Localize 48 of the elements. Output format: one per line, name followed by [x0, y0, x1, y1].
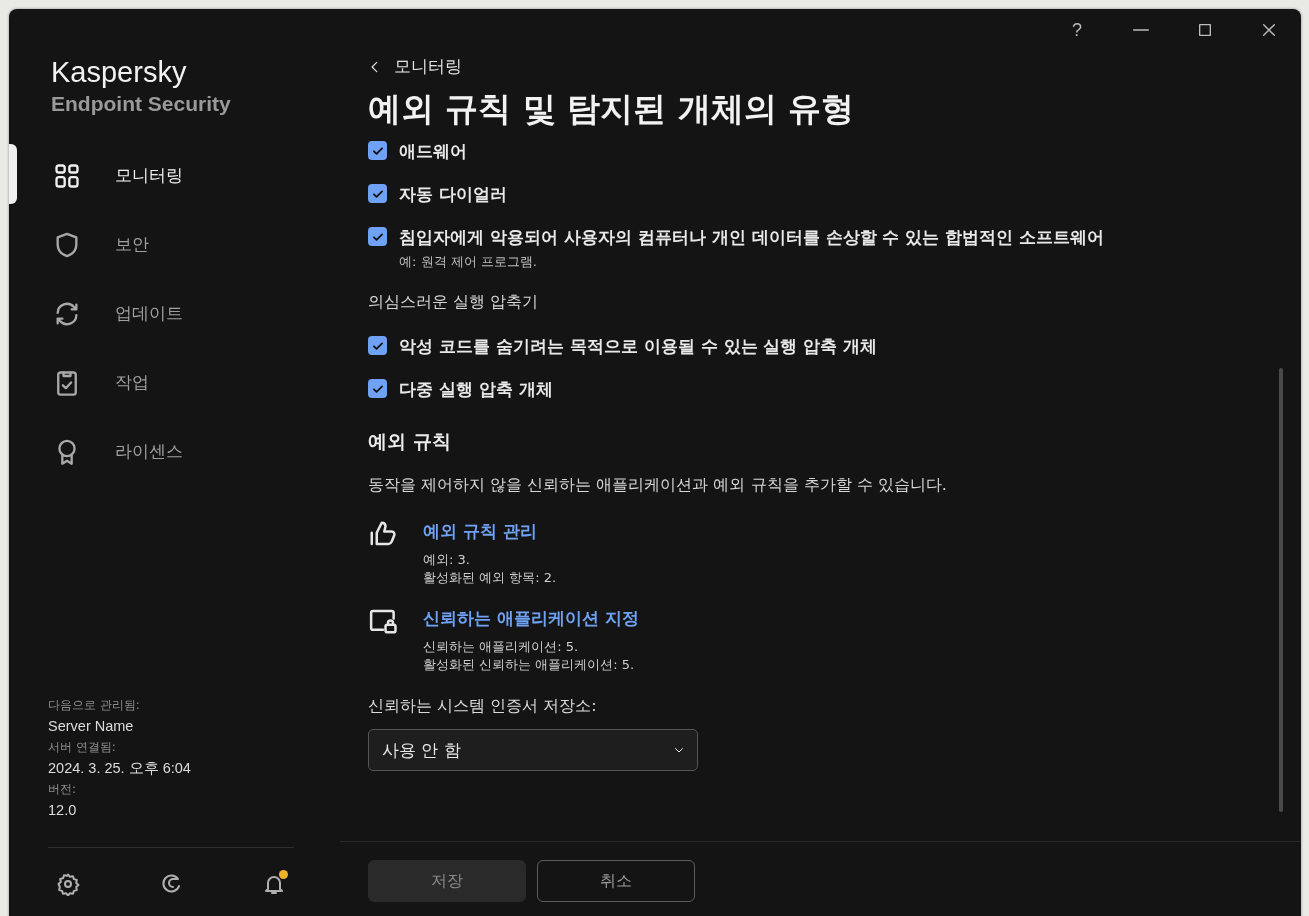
nav-item[interactable]: 모니터링 [9, 141, 340, 210]
dropdown-value: 사용 안 함 [382, 738, 461, 762]
checkbox-label: 침입자에게 악용되어 사용자의 컴퓨터나 개인 데이터를 손상할 수 있는 합법적인 소프트웨어 [399, 226, 1105, 248]
status-text: 예외: 3. [423, 551, 471, 569]
info-value: Server Name [48, 718, 135, 735]
product-name: Endpoint Security [51, 91, 232, 117]
info-label: 서버 연결됨: [48, 739, 117, 756]
settings-link[interactable]: 예외 규칙 관리 [423, 520, 537, 543]
nav-item[interactable]: 보안 [9, 210, 340, 279]
checkbox-label: 다중 실행 압축 개체 [399, 378, 553, 400]
back-link[interactable]: 모니터링 [368, 55, 462, 78]
nav-item[interactable]: 업데이트 [9, 279, 340, 348]
nav-item[interactable]: 라이센스 [9, 417, 340, 486]
field-label: 신뢰하는 시스템 인증서 저장소: [368, 696, 598, 717]
status-text: 활성화된 신뢰하는 애플리케이션: 5. [423, 656, 636, 674]
status-text: 신뢰하는 애플리케이션: 5. [423, 638, 580, 656]
status-text: 활성화된 예외 항목: 2. [423, 569, 557, 587]
settings-icon [56, 872, 80, 896]
settings-link[interactable]: 신뢰하는 애플리케이션 지정 [423, 607, 639, 630]
description-text: 동작을 제어하지 않을 신뢰하는 애플리케이션과 예외 규칙을 추가할 수 있습니다. [368, 475, 948, 496]
nav-item[interactable]: 작업 [9, 348, 340, 417]
info-label: 버전: [48, 781, 78, 798]
minimize-icon [1133, 29, 1149, 31]
info-value: 2024. 3. 25. 오후 6:04 [48, 760, 192, 777]
checkbox-label: 애드웨어 [399, 140, 467, 162]
group-label: 의심스러운 실행 압축기 [368, 292, 540, 313]
checkbox[interactable] [368, 184, 387, 203]
grid-icon [53, 161, 81, 190]
checkbox[interactable] [368, 141, 387, 160]
section-heading: 예외 규칙 [368, 429, 452, 454]
info-value: 12.0 [48, 802, 78, 819]
hint-text: 예: 원격 제어 프로그램. [399, 253, 538, 271]
checkbox-label: 악성 코드를 숨기려는 목적으로 이용될 수 있는 실행 압축 개체 [399, 335, 878, 357]
page-title: 예외 규칙 및 탐지된 개체의 유형 [368, 88, 856, 130]
brand-name: Kaspersky [51, 55, 188, 89]
help-button[interactable]: ? [1045, 9, 1109, 51]
cancel-button[interactable]: 취소 [537, 860, 695, 902]
checkbox[interactable] [368, 336, 387, 355]
maximize-icon [1197, 22, 1213, 38]
dropdown[interactable]: 사용 안 함 [368, 729, 698, 771]
checkbox[interactable] [368, 379, 387, 398]
info-label: 다음으로 관리됨: [48, 697, 141, 714]
scrollbar[interactable] [1279, 368, 1283, 812]
checkbox[interactable] [368, 227, 387, 246]
checkbox-label: 자동 다이얼러 [399, 183, 507, 205]
speech-swirl-icon [159, 872, 183, 896]
close-icon [1261, 22, 1277, 38]
active-indicator [9, 144, 17, 204]
